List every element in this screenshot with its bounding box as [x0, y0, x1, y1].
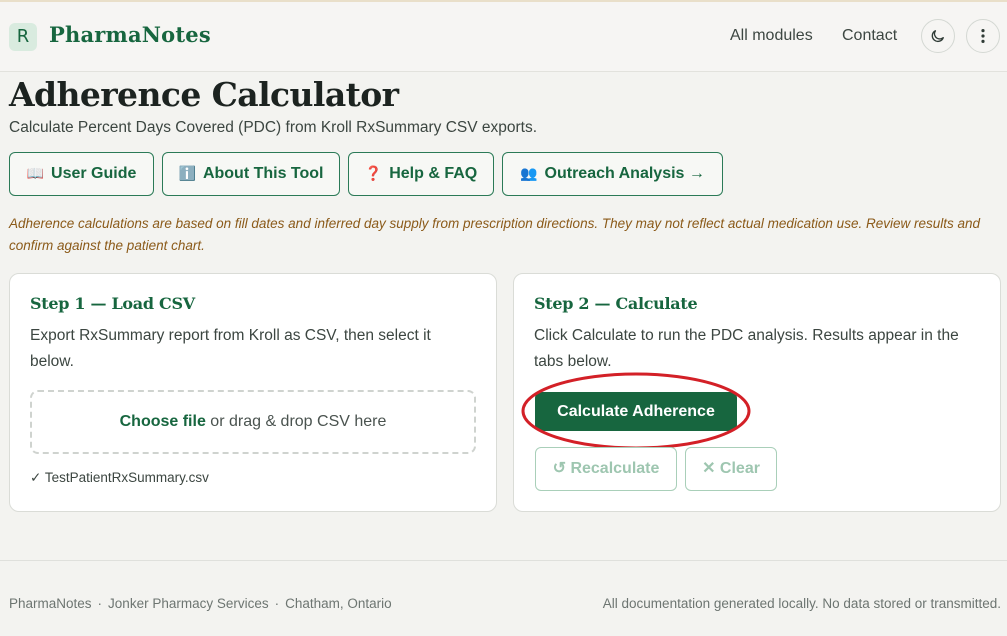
dropzone-hint: or drag & drop CSV here: [210, 413, 387, 430]
recalculate-button[interactable]: ↺ Recalculate: [535, 447, 677, 491]
annotation-ellipse: [521, 372, 751, 450]
info-icon: ℹ️: [178, 165, 196, 181]
user-guide-label: User Guide: [51, 165, 137, 182]
page-title: Adherence Calculator: [9, 75, 399, 114]
step2-description: Click Calculate to run the PDC analysis.…: [534, 327, 959, 370]
choose-file-link[interactable]: Choose file: [120, 413, 206, 430]
about-tool-label: About This Tool: [202, 165, 324, 182]
step1-title: Step 1 — Load CSV: [30, 294, 195, 313]
about-tool-button[interactable]: ℹ️ About This Tool: [162, 152, 340, 196]
loaded-file-status: ✓ TestPatientRxSummary.csv: [30, 470, 209, 485]
step1-card: Step 1 — Load CSV Export RxSummary repor…: [9, 273, 497, 512]
user-guide-button[interactable]: 📖 User Guide: [9, 152, 154, 196]
footer-location: Chatham, Ontario: [285, 596, 392, 611]
outreach-analysis-button[interactable]: 👥 Outreach Analysis →: [502, 152, 723, 196]
csv-dropzone[interactable]: Choose file or drag & drop CSV here: [30, 390, 476, 454]
logo-icon[interactable]: R: [9, 23, 37, 51]
more-menu-button[interactable]: [966, 19, 1000, 53]
brand-name[interactable]: PharmaNotes: [49, 22, 211, 47]
nav-all-modules[interactable]: All modules: [730, 27, 813, 45]
step2-card: Step 2 — Calculate Click Calculate to ru…: [513, 273, 1001, 512]
moon-icon: [931, 30, 944, 43]
outreach-analysis-label: Outreach Analysis →: [544, 165, 705, 182]
footer-divider: [0, 560, 1007, 561]
footer-credits: PharmaNotes · Jonker Pharmacy Services · Cha…: [9, 596, 392, 611]
question-icon: ❓: [364, 165, 383, 181]
footer-separator: ·: [274, 596, 280, 611]
people-icon: 👥: [520, 165, 538, 181]
footer-brand: PharmaNotes: [9, 596, 92, 611]
footer-separator: ·: [97, 596, 103, 611]
help-faq-button[interactable]: ❓ Help & FAQ: [348, 152, 494, 196]
disclaimer-text: Adherence calculations are based on fill…: [9, 216, 981, 253]
nav-contact[interactable]: Contact: [842, 27, 897, 45]
theme-toggle-button[interactable]: [921, 19, 955, 53]
footer-company: Jonker Pharmacy Services: [108, 596, 269, 611]
footer-privacy-note: All documentation generated locally. No …: [602, 596, 1001, 611]
page-subtitle: Calculate Percent Days Covered (PDC) fro…: [9, 119, 538, 136]
help-faq-label: Help & FAQ: [389, 165, 478, 182]
step2-title: Step 2 — Calculate: [534, 294, 698, 313]
step1-description: Export RxSummary report from Kroll as CS…: [30, 327, 431, 370]
top-nav-bar: R PharmaNotes All modules Contact: [0, 2, 1007, 72]
book-icon: 📖: [26, 165, 45, 181]
clear-button[interactable]: ✕ Clear: [685, 447, 777, 491]
kebab-menu-icon: [981, 29, 985, 43]
